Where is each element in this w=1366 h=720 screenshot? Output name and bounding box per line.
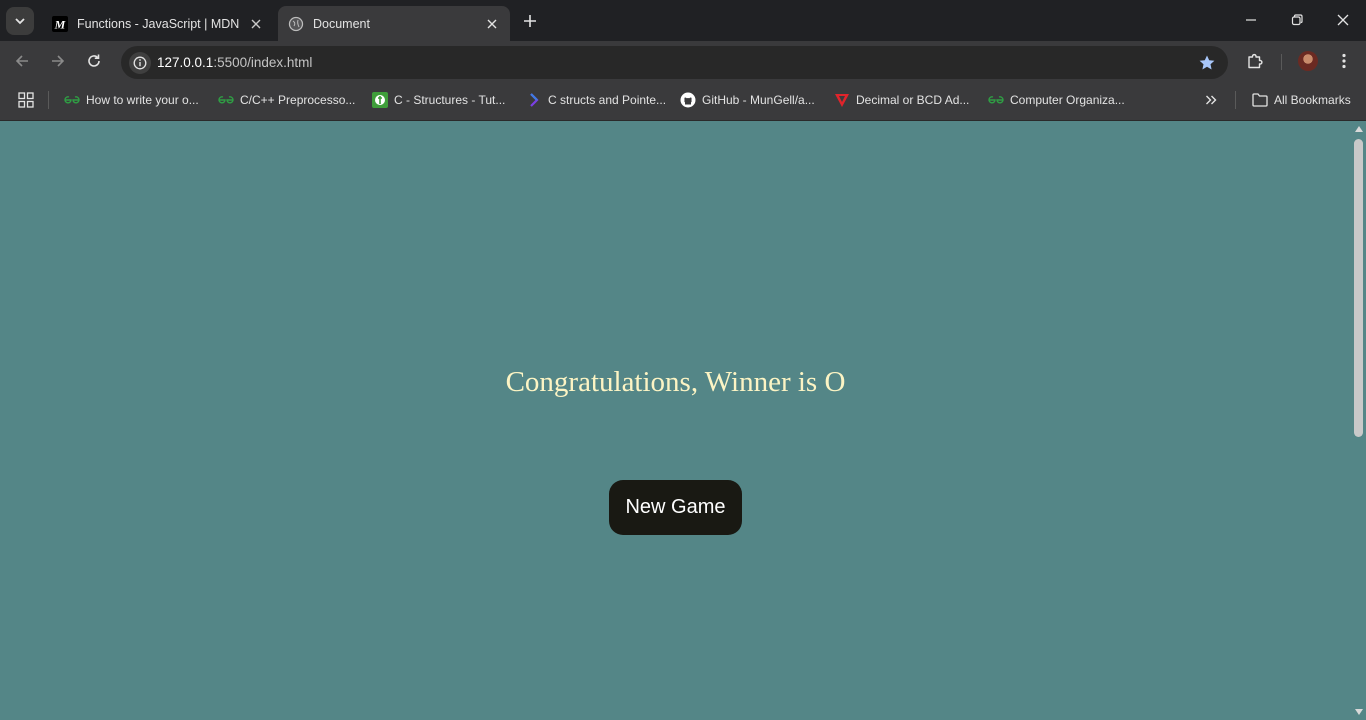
new-game-button[interactable]: New Game [609, 480, 742, 535]
tab-title: Functions - JavaScript | MDN [77, 16, 240, 31]
star-icon [1199, 55, 1215, 70]
url-text[interactable]: 127.0.0.1:5500/index.html [157, 55, 312, 70]
tab-document[interactable]: Document [278, 6, 510, 41]
url-path: :5500/index.html [213, 55, 313, 70]
bookmark-item[interactable]: Decimal or BCD Ad... [834, 91, 969, 109]
close-icon [1337, 14, 1349, 26]
bookmark-item[interactable]: Computer Organiza... [988, 91, 1125, 109]
page-scrollbar[interactable] [1351, 121, 1366, 720]
programiz-icon [526, 92, 542, 108]
double-chevron-right-icon [1206, 95, 1217, 105]
bookmark-label: How to write your o... [86, 93, 199, 107]
geeksforgeeks-icon [218, 92, 234, 108]
extensions-button[interactable] [1243, 49, 1267, 73]
winner-message: Congratulations, Winner is O [505, 366, 846, 398]
triangle-up-icon [1354, 126, 1363, 132]
bookmark-label: C structs and Pointe... [548, 93, 667, 107]
arrow-left-icon [15, 55, 28, 67]
bookmark-star-button[interactable] [1198, 54, 1216, 72]
tab-title: Document [313, 16, 370, 31]
back-button[interactable] [10, 49, 34, 73]
scroll-up-arrow[interactable] [1354, 125, 1363, 133]
chevron-down-icon [15, 18, 25, 25]
address-bar[interactable]: 127.0.0.1:5500/index.html [121, 46, 1228, 79]
bookmark-label: Decimal or BCD Ad... [856, 93, 970, 107]
scroll-down-arrow[interactable] [1354, 708, 1363, 716]
restore-button[interactable] [1274, 0, 1320, 40]
bookmark-item[interactable]: C structs and Pointe... [526, 91, 666, 109]
tab-search-button[interactable] [6, 7, 34, 35]
site-info-button[interactable] [129, 52, 151, 74]
profile-avatar[interactable] [1298, 51, 1318, 71]
bookmarks-divider [48, 91, 49, 109]
triangle-down-icon [1354, 709, 1363, 715]
close-window-button[interactable] [1320, 0, 1366, 40]
tab-mdn[interactable]: M Functions - JavaScript | MDN [42, 6, 274, 41]
tutorialspoint-icon [372, 92, 388, 108]
apps-grid-icon[interactable] [18, 92, 34, 108]
all-bookmarks-label: All Bookmarks [1274, 93, 1351, 107]
url-host: 127.0.0.1 [157, 55, 214, 70]
all-bookmarks-button[interactable]: All Bookmarks [1252, 91, 1351, 109]
puzzle-icon [1248, 53, 1263, 69]
scrollbar-thumb[interactable] [1354, 139, 1363, 437]
bookmark-label: C/C++ Preprocesso... [240, 93, 356, 107]
bookmarks-bar: How to write your o... C/C++ Preprocesso… [0, 81, 1366, 121]
toolbar-divider [1281, 54, 1282, 70]
plus-icon [524, 15, 536, 27]
mdn-icon: M [52, 15, 68, 32]
bookmarks-overflow-button[interactable] [1203, 92, 1219, 108]
bookmark-item[interactable]: GitHub - MunGell/a... [680, 91, 815, 109]
more-vert-icon [1342, 53, 1346, 69]
folder-icon [1252, 92, 1268, 108]
forward-button[interactable] [46, 49, 70, 73]
globe-icon [288, 16, 304, 32]
info-icon [133, 56, 147, 70]
reload-button[interactable] [82, 49, 106, 73]
bcd-icon [834, 92, 850, 108]
browser-toolbar: 127.0.0.1:5500/index.html [0, 41, 1366, 81]
restore-icon [1291, 14, 1303, 26]
geeksforgeeks-icon [988, 92, 1004, 108]
new-tab-button[interactable] [520, 11, 540, 31]
bookmark-item[interactable]: C - Structures - Tut... [372, 91, 505, 109]
bookmark-label: C - Structures - Tut... [394, 93, 506, 107]
menu-button[interactable] [1332, 49, 1356, 73]
bookmark-item[interactable]: C/C++ Preprocesso... [218, 91, 355, 109]
page-content: Congratulations, Winner is O New Game [0, 121, 1351, 720]
close-icon[interactable] [484, 16, 500, 32]
minimize-icon [1246, 19, 1256, 21]
svg-text:M: M [54, 17, 66, 31]
close-icon[interactable] [248, 16, 264, 32]
geeksforgeeks-icon [64, 92, 80, 108]
github-icon [680, 92, 696, 108]
minimize-button[interactable] [1228, 0, 1274, 40]
arrow-right-icon [52, 55, 65, 67]
bookmarks-divider [1235, 91, 1236, 109]
reload-icon [88, 54, 100, 67]
bookmark-item[interactable]: How to write your o... [64, 91, 199, 109]
tab-strip: M Functions - JavaScript | MDN Document [0, 0, 1366, 41]
bookmark-label: Computer Organiza... [1010, 93, 1125, 107]
bookmark-label: GitHub - MunGell/a... [702, 93, 815, 107]
